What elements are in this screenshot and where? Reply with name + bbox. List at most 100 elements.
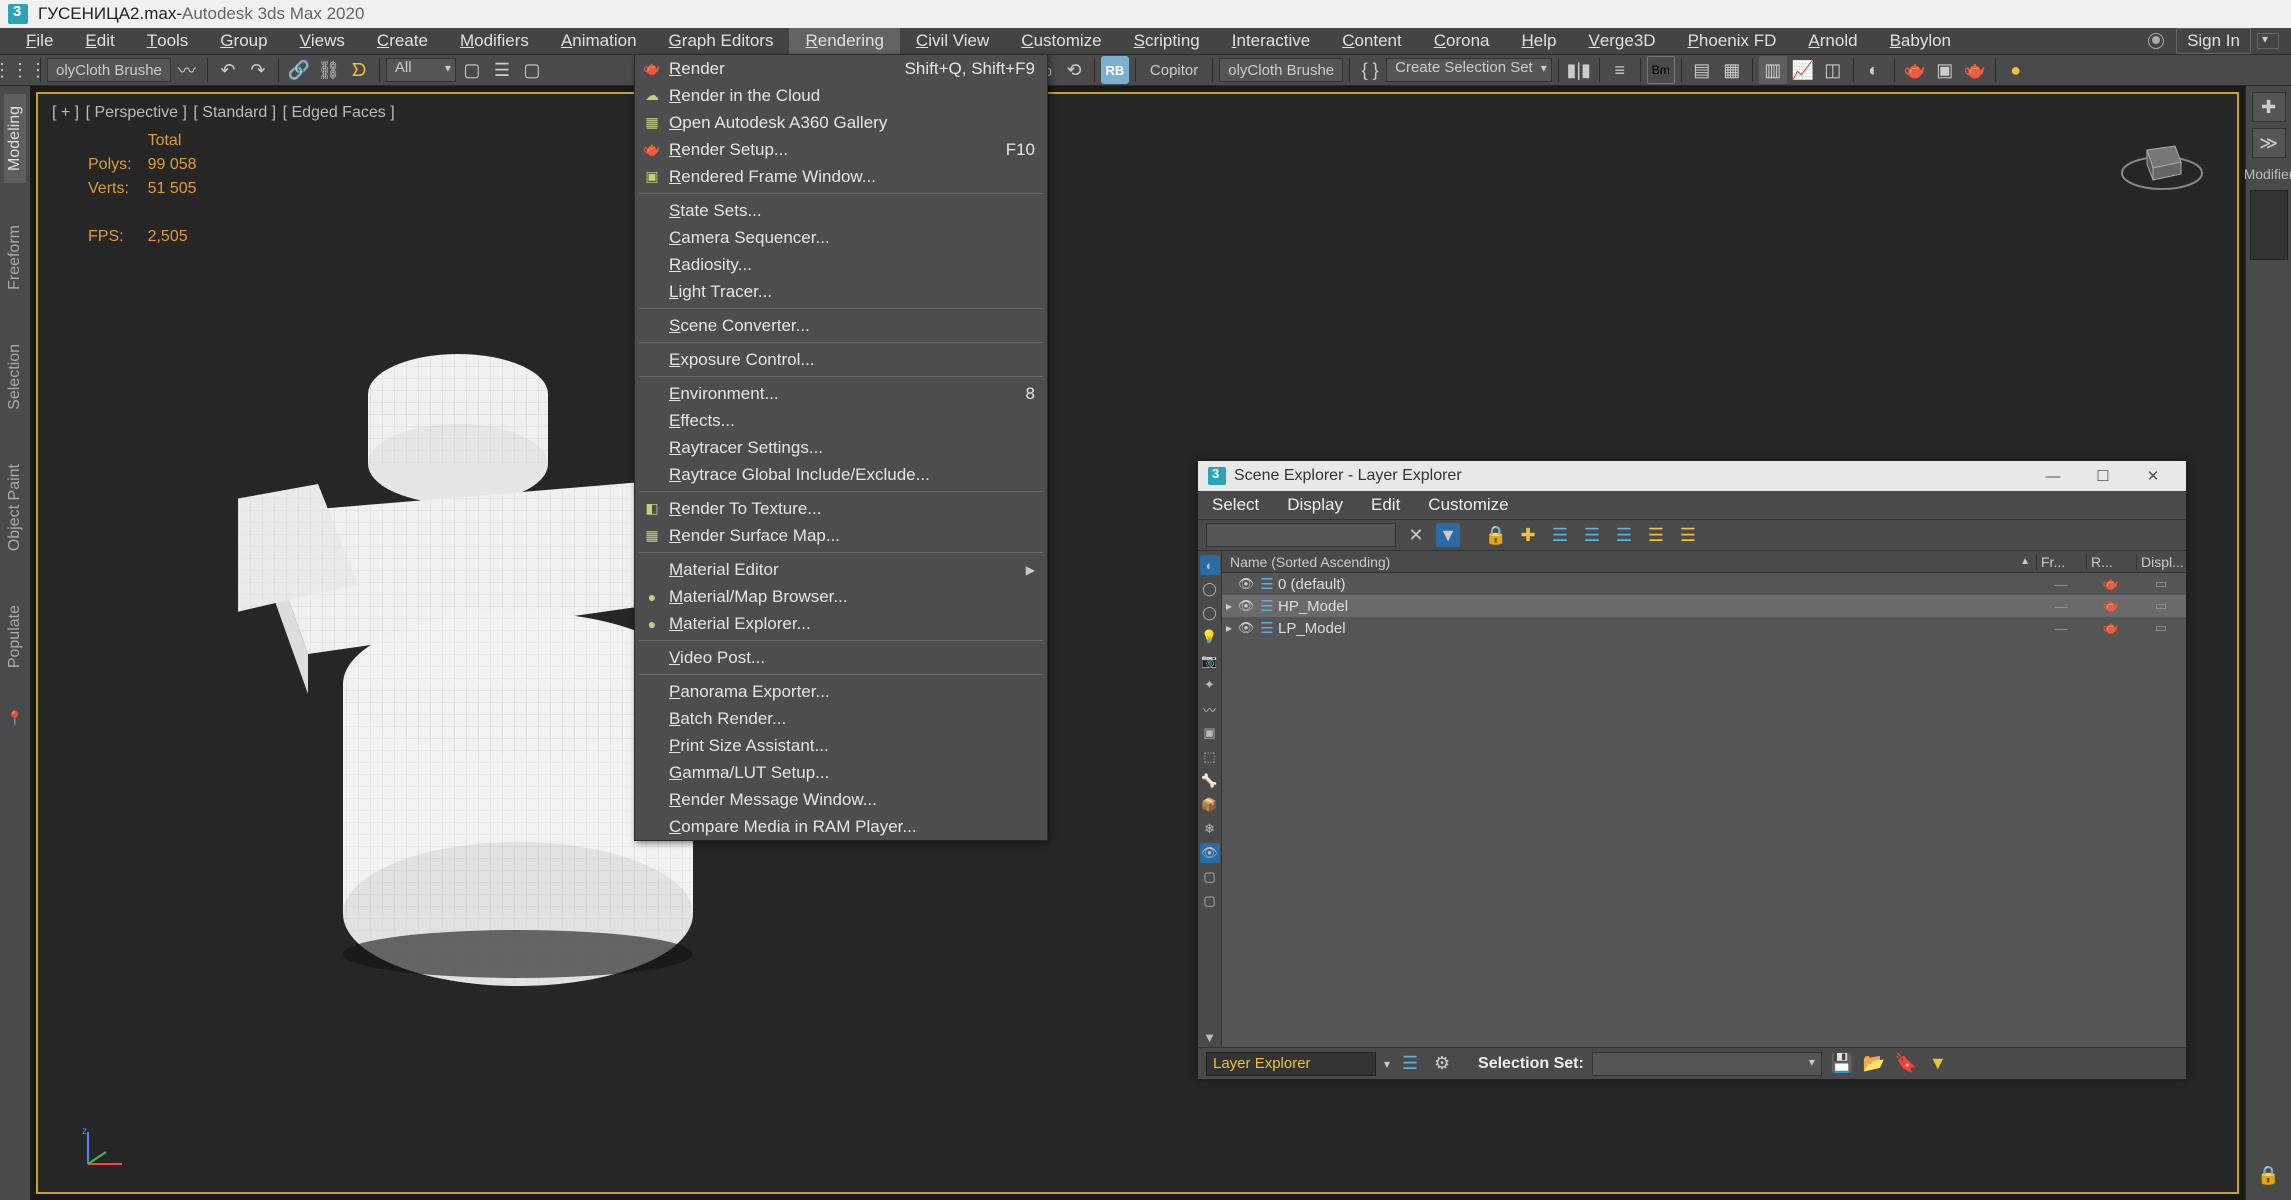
filter-helpers-icon[interactable]: ✦ [1200,675,1220,695]
lock-icon[interactable]: 🔒 [1484,523,1508,547]
schematic-view-icon[interactable]: ◫ [1819,56,1847,84]
viewport-edged-label[interactable]: [ Edged Faces ] [283,104,395,121]
tab-object-paint[interactable]: Object Paint [4,452,26,563]
filter-toggle-icon[interactable]: ▼ [1436,523,1460,547]
display-cell[interactable]: ▭ [2136,620,2186,636]
menu-item-raytracer-settings[interactable]: Raytracer Settings... [635,434,1047,461]
scene-explorer-window[interactable]: Scene Explorer - Layer Explorer — ☐ ✕ Se… [1197,460,2187,1080]
workspace-dropdown[interactable] [2257,33,2279,49]
curly-braces-icon[interactable]: { } [1356,56,1384,84]
copitor-label[interactable]: Copitor [1142,62,1206,79]
material-editor-icon[interactable]: ◐ [1860,56,1888,84]
menu-corona[interactable]: Corona [1418,28,1506,54]
polycloth-label-a[interactable]: olyCloth Brushe [47,58,171,82]
filter-containers-icon[interactable]: 📦 [1200,795,1220,815]
modifier-stack-placeholder[interactable] [2250,190,2288,260]
renderable-cell[interactable]: 🫖 [2086,620,2136,636]
polycloth-label-b[interactable]: olyCloth Brushe [1219,58,1343,82]
scene-explorer-search-input[interactable] [1206,523,1396,547]
menu-item-render-surface-map[interactable]: ▦Render Surface Map... [635,522,1047,549]
menu-item-material-editor[interactable]: Material Editor▶ [635,556,1047,583]
minimize-button[interactable]: — [2030,465,2076,487]
menu-arnold[interactable]: Arnold [1792,28,1873,54]
visibility-eye-icon[interactable]: 👁 [1236,598,1256,614]
scene-explorer-header-row[interactable]: Name (Sorted Ascending)▲ Fr... R... Disp… [1222,551,2186,573]
menu-item-state-sets[interactable]: State Sets... [635,197,1047,224]
frozen-cell[interactable]: — [2036,577,2086,592]
frozen-cell[interactable]: — [2036,599,2086,614]
viewport-menu-toggle[interactable]: [ + ] [52,104,79,121]
maximize-button[interactable]: ☐ [2080,465,2126,487]
menu-item-material-explorer[interactable]: ●Material Explorer... [635,610,1047,637]
tab-populate[interactable]: Populate [4,593,26,680]
menu-file[interactable]: File [10,28,69,54]
menu-create[interactable]: Create [361,28,444,54]
renderable-cell[interactable]: 🫖 [2086,598,2136,614]
menu-item-light-tracer[interactable]: Light Tracer... [635,278,1047,305]
new-layer-icon[interactable]: ☰ [1398,1052,1422,1076]
selection-filter-combo[interactable]: All [386,58,456,82]
layer-row[interactable]: ▸👁☰LP_Model—🫖▭ [1222,617,2186,639]
arrow-expand-icon[interactable]: ≫ [2252,128,2286,158]
render-setup-icon[interactable]: 🫖 [1901,56,1929,84]
column-header-render[interactable]: R... [2086,554,2136,570]
filter-spacewarps-icon[interactable]: 〰 [1200,699,1220,719]
visibility-eye-icon[interactable]: 👁 [1236,576,1256,592]
sign-in-button[interactable]: Sign In [2176,28,2251,54]
spinner-snap-icon[interactable]: ⟲ [1060,56,1088,84]
filter-lights-icon[interactable]: 💡 [1200,627,1220,647]
toggle-scene-explorer-icon[interactable]: ▤ [1688,56,1716,84]
menu-group[interactable]: Group [204,28,283,54]
menu-phoenix-fd[interactable]: Phoenix FD [1672,28,1793,54]
menu-modifiers[interactable]: Modifiers [444,28,545,54]
se-menu-display[interactable]: Display [1287,495,1343,515]
menu-item-video-post[interactable]: Video Post... [635,644,1047,671]
selset-load-icon[interactable]: 📂 [1862,1052,1886,1076]
bm-icon[interactable]: Bm [1647,56,1675,84]
menu-graph-editors[interactable]: Graph Editors [653,28,790,54]
column-header-frozen[interactable]: Fr... [2036,554,2086,570]
menu-tools[interactable]: Tools [131,28,205,54]
menu-verge3d[interactable]: Verge3D [1572,28,1671,54]
corona-render-icon[interactable]: ● [2002,56,2030,84]
redo-button[interactable]: ↷ [244,56,272,84]
create-panel-button[interactable]: ✚ [2252,92,2286,122]
clear-search-icon[interactable]: ✕ [1404,523,1428,547]
filter-hidden-icon[interactable]: 👁 [1200,843,1220,863]
tab-freeform[interactable]: Freeform [4,213,26,302]
close-button[interactable]: ✕ [2130,465,2176,487]
filter-xrefs-icon[interactable]: ⬚ [1200,747,1220,767]
menu-rendering[interactable]: Rendering [789,28,899,54]
viewport-shading-label[interactable]: [ Standard ] [193,104,276,121]
menu-item-radiosity[interactable]: Radiosity... [635,251,1047,278]
menu-item-effects[interactable]: Effects... [635,407,1047,434]
menu-item-render-to-texture[interactable]: ◧Render To Texture... [635,495,1047,522]
menu-scripting[interactable]: Scripting [1118,28,1216,54]
layers-remove-icon[interactable]: ☰ [1612,523,1636,547]
layers-icon[interactable]: ☰ [1548,523,1572,547]
layer-row[interactable]: ▸👁☰HP_Model—🫖▭ [1222,595,2186,617]
se-menu-customize[interactable]: Customize [1428,495,1508,515]
menu-item-panorama-exporter[interactable]: Panorama Exporter... [635,678,1047,705]
menu-item-render-setup[interactable]: 🫖Render Setup...F10 [635,136,1047,163]
menu-item-render-message-window[interactable]: Render Message Window... [635,786,1047,813]
toggle-layer-explorer-icon[interactable]: ▦ [1718,56,1746,84]
viewport-view-label[interactable]: [ Perspective ] [86,104,187,121]
unlink-icon[interactable]: ⛓ [315,56,343,84]
layers-add-icon[interactable]: ☰ [1580,523,1604,547]
undo-button[interactable]: ↶ [214,56,242,84]
menu-babylon[interactable]: Babylon [1874,28,1967,54]
filter-funnel-icon[interactable]: ▼ [1200,1027,1220,1047]
filter-shapes-icon[interactable]: ◯ [1200,603,1220,623]
viewport-label-row[interactable]: [ + ] [ Perspective ] [ Standard ] [ Edg… [52,104,397,122]
column-header-name[interactable]: Name (Sorted Ascending)▲ [1222,554,2036,570]
align-icon[interactable]: ≡ [1606,56,1634,84]
select-by-name-icon[interactable]: ☰ [488,56,516,84]
layer-row[interactable]: 👁☰0 (default)—🫖▭ [1222,573,2186,595]
menu-item-exposure-control[interactable]: Exposure Control... [635,346,1047,373]
maxscript-mini-listener-icon[interactable]: ⋮⋮⋮ [6,56,34,84]
menu-item-print-size-assistant[interactable]: Print Size Assistant... [635,732,1047,759]
render-production-icon[interactable]: 🫖 [1961,56,1989,84]
tab-selection[interactable]: Selection [4,332,26,422]
menu-item-material-map-browser[interactable]: ●Material/Map Browser... [635,583,1047,610]
